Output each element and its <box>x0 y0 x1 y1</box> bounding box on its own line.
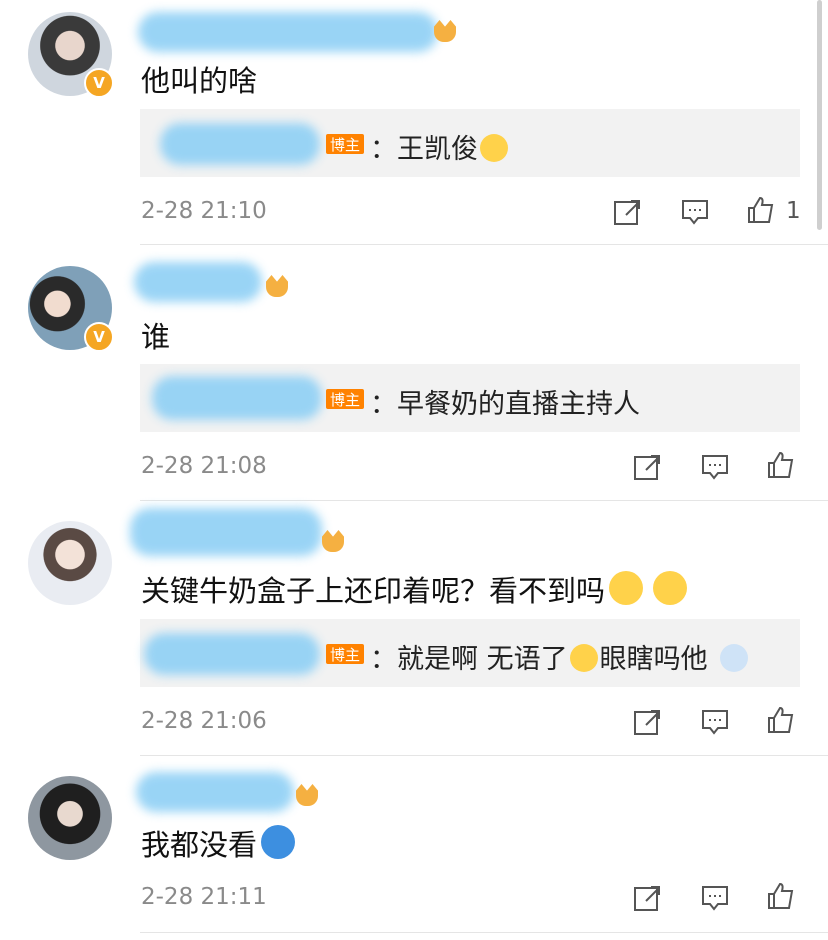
timestamp: 2-28 21:06 <box>141 708 267 734</box>
like-icon[interactable] <box>766 705 796 735</box>
reply-text-content-2: 眼瞎吗他 <box>599 644 708 675</box>
reply-text-content: ：就是啊 无语了 <box>370 644 568 675</box>
reply-username-redacted <box>144 633 320 675</box>
doraemon-emoji-icon <box>261 825 296 859</box>
reply-text: ：王凯俊 <box>370 127 510 166</box>
avatar[interactable]: V <box>28 266 114 352</box>
comment-icon[interactable] <box>700 883 730 913</box>
comment-text: 关键牛奶盒子上还印着呢？看不到吗 <box>141 568 689 610</box>
crown-icon <box>322 530 344 552</box>
divider <box>140 755 828 756</box>
like-icon[interactable] <box>766 881 796 911</box>
timestamp: 2-28 21:10 <box>141 198 267 224</box>
avatar-image <box>28 521 112 605</box>
username-redacted[interactable] <box>136 772 294 812</box>
like-icon[interactable] <box>746 195 776 225</box>
avatar-image <box>28 776 112 860</box>
sweat-emoji-icon <box>569 644 598 672</box>
scrollbar[interactable] <box>817 0 822 230</box>
reply-username-redacted <box>160 123 320 165</box>
verified-badge-icon: V <box>84 68 114 98</box>
like-count: 1 <box>786 198 801 224</box>
blogger-tag: 博主 <box>326 644 364 664</box>
avatar[interactable] <box>28 776 112 860</box>
comment-text: 他叫的啥 <box>141 64 258 98</box>
crying-emoji-icon <box>653 571 688 605</box>
username-redacted[interactable] <box>138 12 438 52</box>
username-redacted[interactable] <box>134 262 262 302</box>
reply-username-redacted <box>152 376 322 420</box>
crown-icon <box>434 20 456 42</box>
comment-text-content: 我都没看 <box>141 828 258 862</box>
crying-emoji-icon <box>609 571 644 605</box>
reply-text: ：早餐奶的直播主持人 <box>370 389 640 420</box>
mask-emoji-icon <box>480 134 508 162</box>
comment-text: 谁 <box>141 320 171 354</box>
crown-icon <box>296 784 318 806</box>
share-icon[interactable] <box>632 883 662 913</box>
comment-icon[interactable] <box>680 197 710 227</box>
divider <box>140 244 828 245</box>
comment-text: 我都没看 <box>141 822 297 864</box>
timestamp: 2-28 21:11 <box>141 884 267 910</box>
crown-icon <box>266 275 288 297</box>
like-icon[interactable] <box>766 450 796 480</box>
reply-box[interactable]: 博主 ：王凯俊 <box>140 109 800 177</box>
reply-box[interactable]: 博主 ：就是啊 无语了 眼瞎吗他 <box>140 619 800 687</box>
blogger-tag: 博主 <box>326 134 364 154</box>
avatar[interactable]: V <box>28 12 114 98</box>
avatar[interactable] <box>28 521 112 605</box>
share-icon[interactable] <box>612 197 642 227</box>
blogger-tag: 博主 <box>326 389 364 409</box>
divider <box>140 932 828 933</box>
comment-text-content: 关键牛奶盒子上还印着呢？看不到吗 <box>141 574 606 608</box>
share-icon[interactable] <box>632 707 662 737</box>
verified-badge-icon: V <box>84 322 114 352</box>
reply-text: ：就是啊 无语了 眼瞎吗他 <box>370 637 750 676</box>
username-redacted[interactable] <box>130 508 322 556</box>
share-icon[interactable] <box>632 452 662 482</box>
reply-box[interactable]: 博主 ：早餐奶的直播主持人 <box>140 364 800 432</box>
comment-icon[interactable] <box>700 452 730 482</box>
timestamp: 2-28 21:08 <box>141 453 267 479</box>
scared-emoji-icon <box>719 644 748 672</box>
divider <box>140 500 828 501</box>
reply-text-content: ：王凯俊 <box>370 134 478 165</box>
comment-icon[interactable] <box>700 707 730 737</box>
